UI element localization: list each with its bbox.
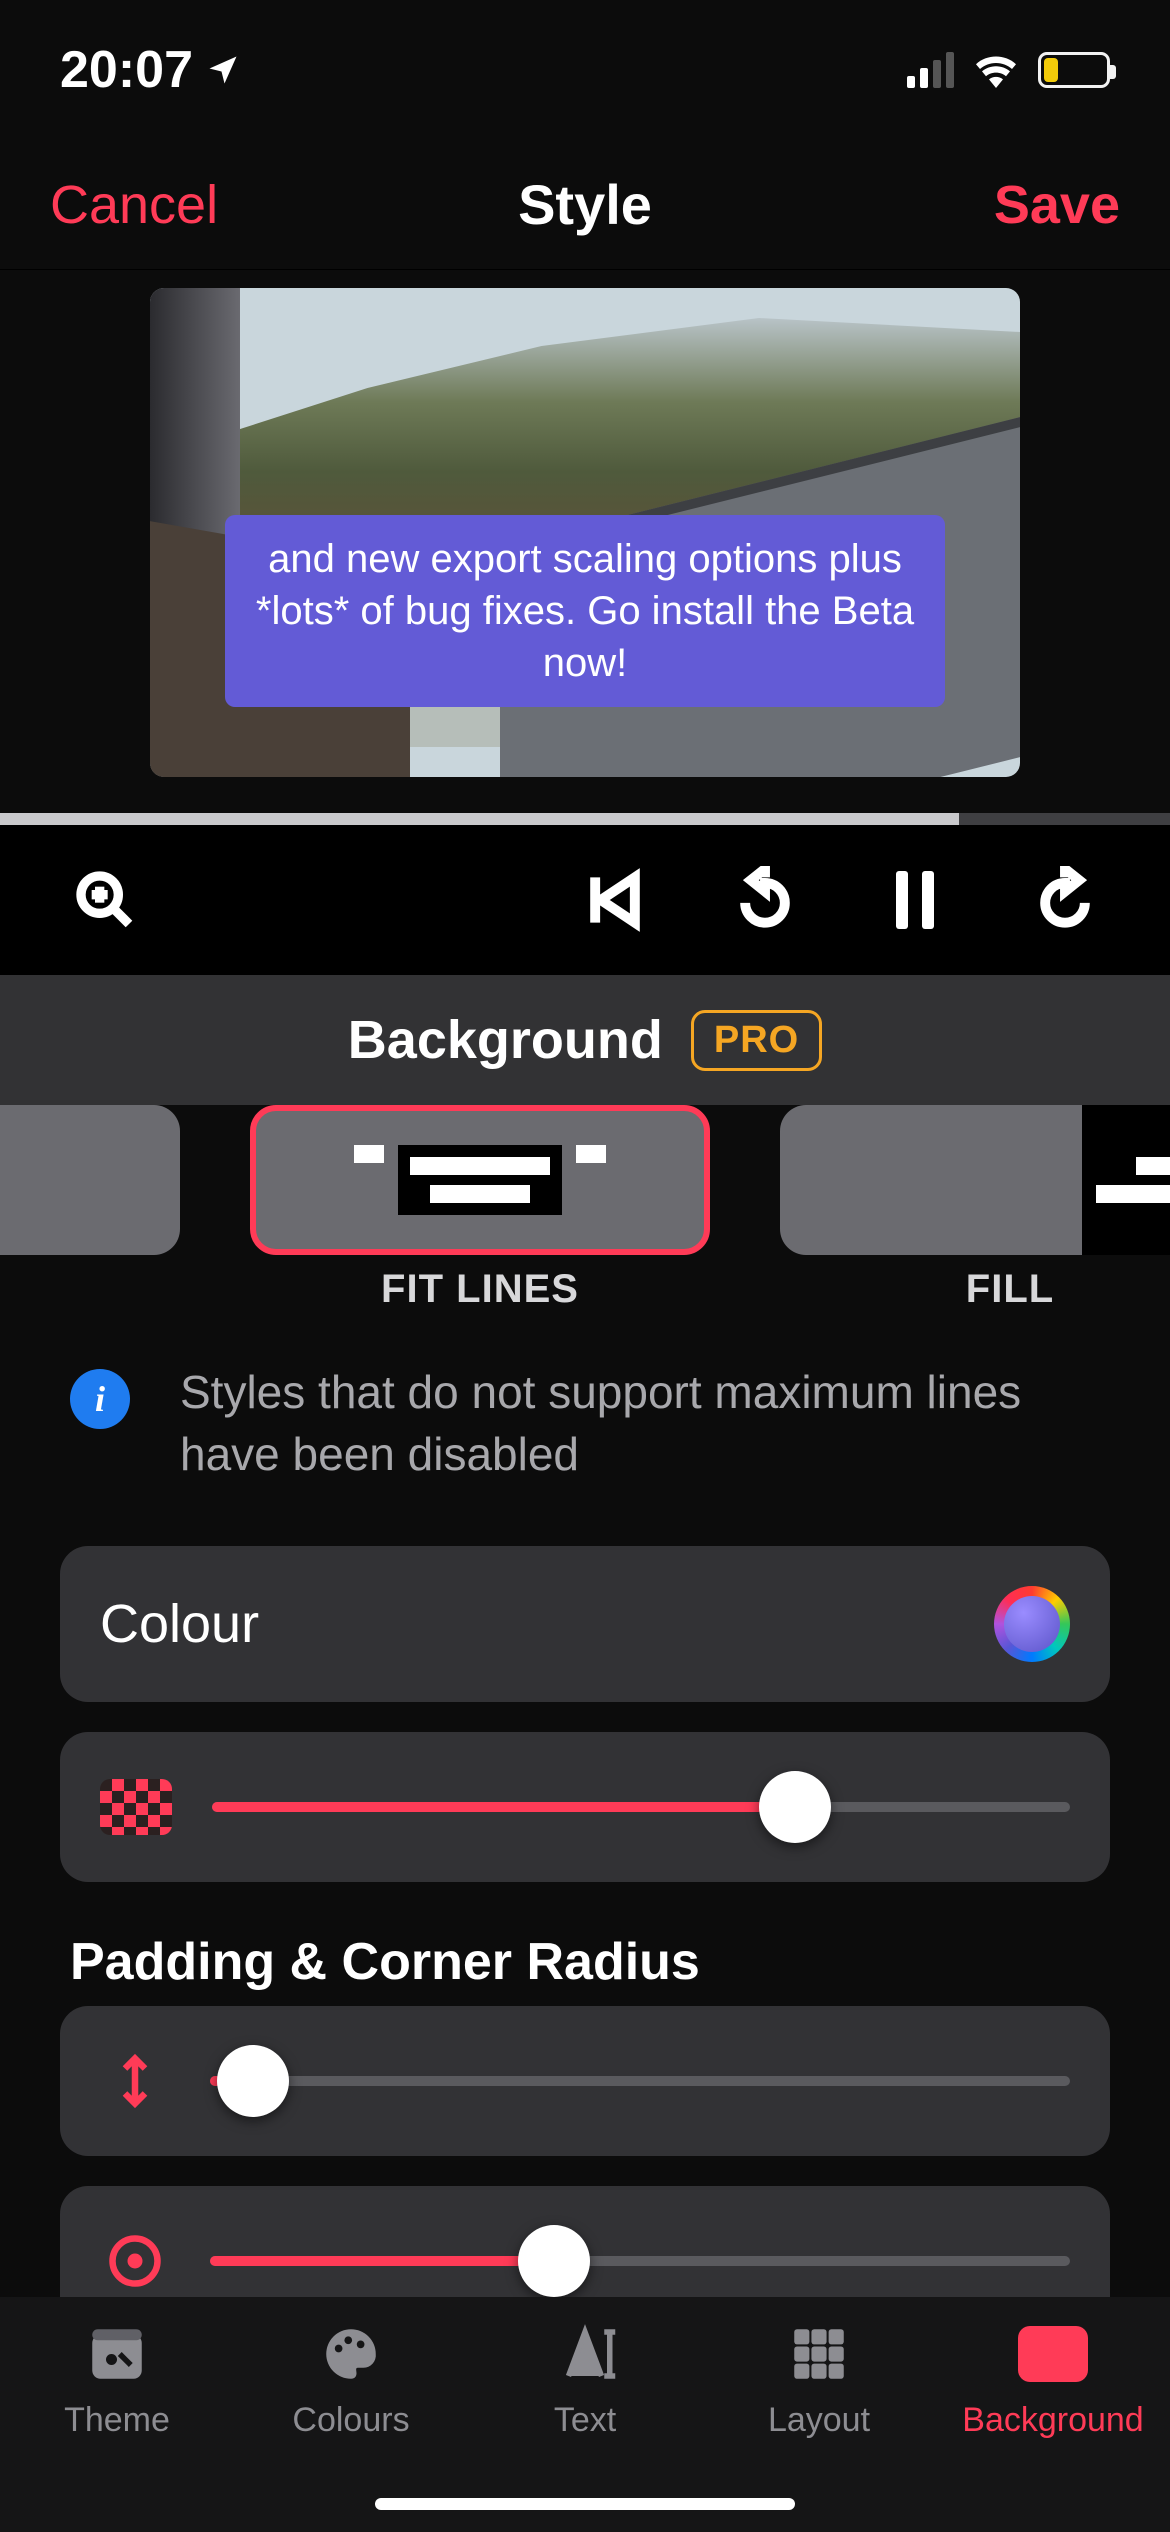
palette-icon [318, 2319, 384, 2389]
fit-mode-fit-lines[interactable]: FIT LINES [250, 1105, 710, 1325]
timeline-scrubber[interactable] [0, 813, 1170, 825]
corner-radius-slider[interactable] [210, 2256, 1070, 2266]
pause-button[interactable] [860, 845, 970, 955]
tab-background[interactable]: Background [936, 2319, 1170, 2532]
colour-row[interactable]: Colour [60, 1546, 1110, 1702]
radius-target-icon [100, 2226, 170, 2296]
colour-picker-swatch[interactable] [994, 1586, 1070, 1662]
grid-icon [786, 2319, 852, 2389]
fit-mode-fill[interactable]: FILL [780, 1105, 1170, 1325]
preview-area: and new export scaling options plus *lot… [0, 270, 1170, 777]
status-right [907, 52, 1110, 88]
section-title: Background [348, 1009, 663, 1071]
opacity-slider[interactable] [212, 1802, 1070, 1812]
wifi-icon [972, 52, 1020, 88]
background-icon [1018, 2319, 1088, 2389]
status-bar: 20:07 [0, 0, 1170, 140]
tab-theme[interactable]: Theme [0, 2319, 234, 2532]
zoom-in-button[interactable] [50, 845, 160, 955]
nav-bar: Cancel Style Save [0, 140, 1170, 270]
page-title: Style [518, 172, 652, 237]
tab-label: Layout [768, 2401, 870, 2440]
rewind-button[interactable] [710, 845, 820, 955]
battery-icon [1038, 52, 1110, 88]
text-cursor-icon [552, 2319, 618, 2389]
status-time: 20:07 [60, 40, 193, 100]
fit-mode-fit[interactable]: FIT [0, 1105, 180, 1325]
forward-button[interactable] [1010, 845, 1120, 955]
theme-icon [84, 2319, 150, 2389]
info-note: i Styles that do not support maximum lin… [0, 1325, 1170, 1515]
tab-label: Background [962, 2401, 1143, 2440]
fit-mode-label: FILL [966, 1267, 1054, 1312]
fit-mode-carousel[interactable]: FIT FIT LINES FILL [0, 1105, 1170, 1325]
caption-overlay: and new export scaling options plus *lot… [225, 515, 945, 707]
save-button[interactable]: Save [994, 174, 1120, 236]
fit-mode-label: FIT LINES [381, 1267, 579, 1312]
tab-bar: Theme Colours Text Layout Background [0, 2297, 1170, 2532]
tab-label: Theme [64, 2401, 170, 2440]
status-time-group: 20:07 [60, 40, 241, 100]
opacity-slider-row [60, 1732, 1110, 1882]
opacity-icon [100, 1779, 172, 1835]
colour-label: Colour [100, 1593, 259, 1655]
padding-heading: Padding & Corner Radius [0, 1882, 1170, 2006]
vertical-padding-slider[interactable] [210, 2076, 1070, 2086]
pause-icon [896, 871, 934, 929]
location-arrow-icon [205, 52, 241, 88]
skip-to-start-button[interactable] [560, 845, 670, 955]
tab-label: Text [554, 2401, 616, 2440]
vertical-padding-row [60, 2006, 1110, 2156]
cellular-icon [907, 52, 954, 88]
info-text: Styles that do not support maximum lines… [180, 1366, 1021, 1480]
pro-badge: PRO [691, 1010, 822, 1071]
section-header: Background PRO [0, 975, 1170, 1105]
home-indicator[interactable] [375, 2498, 795, 2510]
playback-controls [0, 825, 1170, 975]
vertical-arrows-icon [100, 2046, 170, 2116]
tab-label: Colours [292, 2401, 409, 2440]
video-preview[interactable]: and new export scaling options plus *lot… [150, 288, 1020, 777]
info-icon: i [70, 1369, 130, 1429]
cancel-button[interactable]: Cancel [50, 174, 218, 236]
